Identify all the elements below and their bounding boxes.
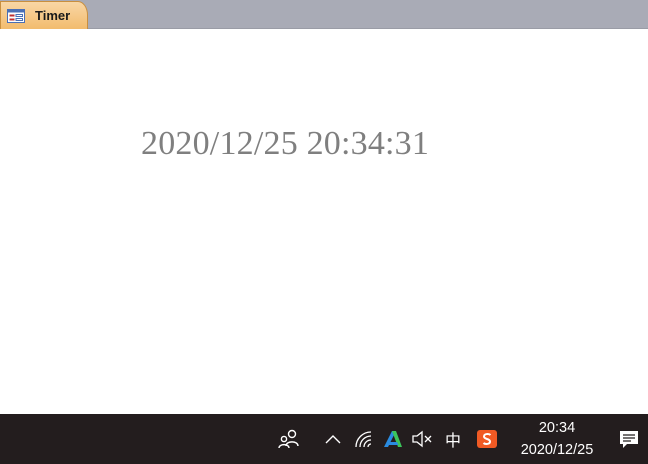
document-tab-strip: Timer (0, 0, 648, 29)
form-icon (7, 8, 25, 23)
action-center-icon[interactable] (616, 414, 642, 464)
system-clock[interactable]: 20:34 2020/12/25 (500, 414, 614, 464)
volume-muted-icon[interactable] (410, 414, 434, 464)
tab-timer[interactable]: Timer (0, 1, 88, 29)
chevron-up-icon[interactable] (322, 414, 344, 464)
sogou-icon[interactable] (474, 414, 500, 464)
datetime-label: 2020/12/25 20:34:31 (141, 125, 430, 162)
clock-time: 20:34 (538, 420, 576, 436)
ime-mode-label: 中 (444, 431, 461, 450)
access-window: Timer 2020/12/25 20:34:31 中 20:34 2020/1… (0, 0, 648, 464)
app-tray-icon[interactable] (381, 414, 405, 464)
wifi-icon[interactable] (352, 414, 376, 464)
tab-label: Timer (35, 8, 71, 23)
windows-taskbar: 中 20:34 2020/12/25 (0, 414, 648, 464)
people-icon[interactable] (276, 414, 302, 464)
clock-date: 2020/12/25 (520, 442, 594, 458)
form-body: 2020/12/25 20:34:31 (0, 29, 648, 414)
ime-icon[interactable]: 中 (440, 414, 466, 464)
